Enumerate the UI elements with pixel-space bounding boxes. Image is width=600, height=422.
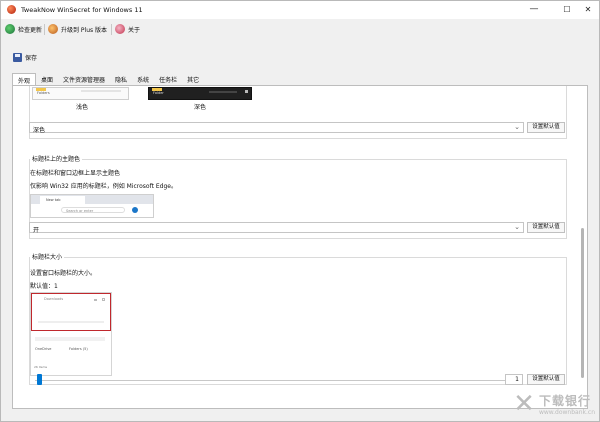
titlebar-size-heading: 标题栏大小 — [30, 252, 65, 261]
titlebar-color-heading: 标题栏上的主题色 — [30, 154, 83, 163]
tab-taskbar[interactable]: 任务栏 — [154, 73, 182, 84]
preview-toolbar — [38, 321, 104, 323]
minimize-button[interactable]: — — [523, 3, 545, 16]
window-title: TweakNow WinSecret for Windows 11 — [21, 6, 143, 14]
save-button[interactable]: 保存 — [13, 53, 37, 62]
titlebar-size-default: 默认值：1 — [30, 283, 58, 290]
titlebar-size-value-input[interactable]: 1 — [505, 374, 523, 385]
titlebar-color-preview: New tab Search or enter — [30, 194, 154, 218]
upgrade-icon — [48, 24, 58, 34]
tab-privacy[interactable]: 隐私 — [110, 73, 132, 84]
settings-panel: Folders Folder 浅色 深色 深色 ⌄ 设置默认值 标题栏上的主题色… — [12, 85, 588, 409]
toolbar-divider — [44, 24, 45, 35]
titlebar-size-slider-thumb[interactable] — [37, 374, 42, 385]
highlighted-titlebar-frame: Downloads — [31, 293, 111, 331]
watermark-url: www.downbank.cn — [538, 409, 595, 416]
light-preview-text: Folders — [37, 91, 50, 95]
chevron-down-icon: ⌄ — [514, 123, 520, 131]
globe-refresh-icon — [5, 24, 15, 34]
close-button[interactable]: ✕ — [577, 3, 599, 16]
title-bar: TweakNow WinSecret for Windows 11 — ☐ ✕ — [1, 1, 599, 19]
app-logo-icon — [7, 5, 16, 14]
maximize-button[interactable]: ☐ — [556, 3, 578, 16]
preview-min-icon — [94, 299, 97, 301]
titlebar-color-set-default-button[interactable]: 设置默认值 — [527, 222, 565, 233]
light-label: 浅色 — [76, 104, 89, 111]
titlebar-size-desc: 设置窗口标题栏的大小。 — [30, 270, 97, 277]
dark-preview-text: Folder — [153, 91, 164, 95]
save-disk-icon — [13, 53, 22, 62]
titlebar-size-preview: Downloads OneDrive Folders (5) 26 items — [30, 292, 112, 376]
toolbar: 检查更新 升级到 Plus 版本 关于 — [1, 20, 599, 38]
titlebar-color-desc1: 在标题栏和窗口边框上显示主题色 — [30, 170, 121, 177]
tab-desktop[interactable]: 桌面 — [36, 73, 58, 84]
about-label: 关于 — [128, 26, 141, 34]
titlebar-size-slider-track[interactable] — [35, 380, 515, 381]
titlebar-color-dropdown-value: 开 — [33, 227, 40, 234]
watermark-main: 下载银行 — [538, 394, 591, 408]
preview-window-title: Downloads — [44, 297, 64, 301]
tab-file-explorer[interactable]: 文件资源管理器 — [58, 73, 110, 84]
watermark: ✕ 下载银行 www.downbank.cn — [513, 391, 595, 417]
upgrade-plus-button[interactable]: 升级到 Plus 版本 — [48, 23, 107, 35]
dark-theme-preview[interactable]: Folder — [148, 87, 252, 100]
about-button[interactable]: 关于 — [115, 23, 140, 35]
check-update-label: 检查更新 — [18, 26, 43, 34]
tab-other[interactable]: 其它 — [182, 73, 204, 84]
preview-folder-two: Folders (5) — [69, 347, 88, 351]
watermark-text: 下载银行 www.downbank.cn — [539, 392, 595, 416]
preview-max-icon — [102, 298, 105, 301]
theme-set-default-button[interactable]: 设置默认值 — [527, 122, 565, 133]
preview-close-icon — [245, 90, 248, 93]
scrollbar-thumb[interactable] — [581, 228, 584, 378]
app-window: TweakNow WinSecret for Windows 11 — ☐ ✕ … — [0, 0, 600, 422]
upgrade-plus-label: 升级到 Plus 版本 — [61, 26, 108, 34]
light-theme-preview[interactable]: Folders — [32, 87, 129, 100]
titlebar-color-dropdown[interactable]: 开 ⌄ — [29, 222, 524, 234]
chevron-down-icon: ⌄ — [514, 223, 520, 231]
theme-dropdown-value: 深色 — [33, 127, 46, 134]
titlebar-color-desc2: 仅影响 Win32 应用的标题栏，例如 Microsoft Edge。 — [30, 183, 177, 190]
preview-address-bar: Search or enter — [61, 207, 125, 213]
preview-items-count: 26 items — [34, 365, 48, 369]
edge-icon — [132, 207, 138, 213]
toolbar-divider — [111, 24, 112, 35]
preview-nav-row — [35, 337, 105, 341]
preview-bar — [81, 90, 121, 92]
watermark-logo-icon: ✕ — [513, 389, 535, 419]
vertical-scrollbar[interactable] — [580, 88, 585, 406]
preview-folder: OneDrive — [35, 347, 52, 351]
save-label: 保存 — [25, 55, 38, 62]
preview-bar — [209, 91, 237, 93]
dark-label: 深色 — [194, 104, 207, 111]
check-update-button[interactable]: 检查更新 — [5, 23, 42, 35]
about-icon — [115, 24, 125, 34]
titlebar-size-set-default-button[interactable]: 设置默认值 — [527, 374, 565, 385]
tab-system[interactable]: 系统 — [132, 73, 154, 84]
preview-tab: New tab — [40, 196, 85, 204]
theme-dropdown[interactable]: 深色 ⌄ — [29, 122, 524, 134]
